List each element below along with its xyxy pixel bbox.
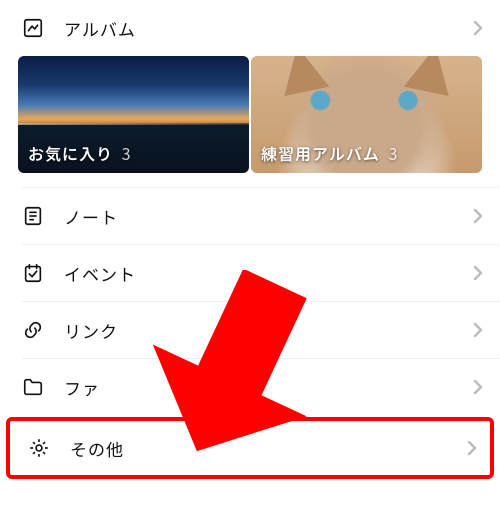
menu-label-link: リンク [64, 318, 118, 343]
note-icon [22, 205, 44, 227]
chevron-right-icon [472, 264, 484, 282]
menu-item-album[interactable]: アルバム [0, 0, 500, 56]
chevron-right-icon [472, 321, 484, 339]
menu-label-other: その他 [70, 436, 124, 461]
menu-label-album: アルバム [64, 16, 136, 41]
link-icon [22, 319, 44, 341]
menu-item-link[interactable]: リンク [0, 302, 500, 358]
menu-item-note[interactable]: ノート [0, 188, 500, 244]
chevron-right-icon [472, 19, 484, 37]
highlight-box: その他 [6, 417, 494, 479]
chevron-right-icon [466, 439, 478, 457]
menu-item-file[interactable]: ファ [0, 359, 500, 415]
album-thumb-caption: お気に入り 3 [28, 141, 132, 165]
album-thumb-caption: 練習用アルバム 3 [261, 141, 398, 165]
album-icon [22, 17, 44, 39]
menu-item-event[interactable]: イベント [0, 245, 500, 301]
album-thumb-practice[interactable]: 練習用アルバム 3 [251, 56, 482, 173]
menu-item-other[interactable]: その他 [10, 421, 490, 475]
chevron-right-icon [472, 207, 484, 225]
menu-label-note: ノート [64, 204, 118, 229]
album-title: お気に入り [28, 141, 113, 165]
menu-label-file: ファ [64, 375, 100, 400]
event-icon [22, 262, 44, 284]
folder-icon [22, 376, 44, 398]
chevron-right-icon [472, 378, 484, 396]
album-count: 3 [388, 141, 398, 165]
album-thumbnails: お気に入り 3 練習用アルバム 3 [0, 56, 500, 173]
album-count: 3 [122, 141, 132, 165]
album-thumb-favorites[interactable]: お気に入り 3 [18, 56, 249, 173]
gear-icon [28, 437, 50, 459]
album-title: 練習用アルバム [261, 141, 380, 165]
menu-label-event: イベント [64, 261, 136, 286]
